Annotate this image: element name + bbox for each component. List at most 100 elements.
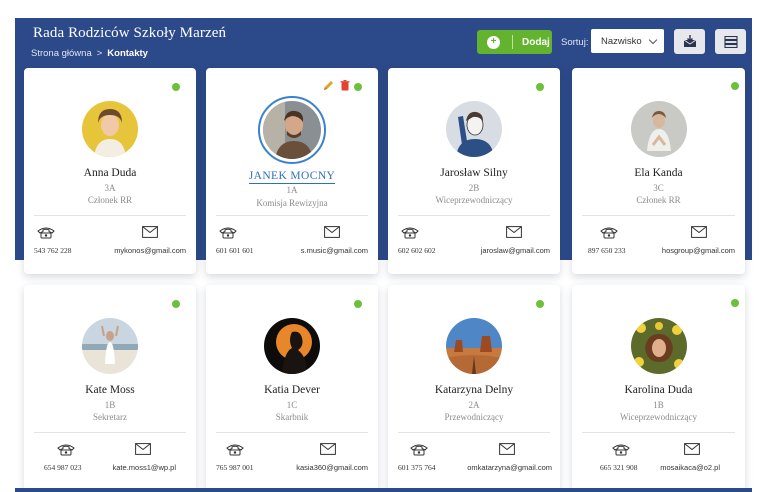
contact-class: 3C — [653, 183, 664, 193]
contact-name[interactable]: Anna Duda — [24, 167, 196, 179]
mail-icon[interactable] — [320, 443, 336, 455]
phone-icon[interactable] — [410, 443, 428, 456]
contact-card-selected[interactable]: Janek Mocny 1A Komisja Rewizyjna 601 601… — [206, 68, 378, 274]
pencil-icon[interactable] — [323, 80, 334, 91]
contact-email[interactable]: mykonos@gmail.com — [114, 246, 186, 255]
contact-email[interactable]: jaroslaw@gmail.com — [481, 246, 550, 255]
list-view-icon — [723, 35, 738, 48]
contact-card[interactable]: Anna Duda 3A Członek RR 543 762 228 myko… — [24, 68, 196, 274]
breadcrumb: Strona główna > Kontakty — [31, 48, 148, 59]
phone-icon[interactable] — [612, 443, 630, 456]
contact-name[interactable]: Katarzyna Delny — [388, 384, 560, 396]
contact-phone[interactable]: 765 987 001 — [216, 463, 254, 472]
contact-phone[interactable]: 897 650 233 — [588, 246, 626, 255]
phone-icon[interactable] — [401, 226, 419, 239]
view-toggle-button[interactable] — [715, 29, 746, 54]
phone-icon[interactable] — [226, 443, 244, 456]
mail-icon[interactable] — [324, 226, 340, 238]
card-actions — [323, 80, 350, 91]
contact-card[interactable]: Jarosław Silny 2B Wiceprzewodniczący 602… — [388, 68, 560, 274]
avatar — [630, 318, 687, 374]
status-online-dot — [354, 83, 362, 91]
add-button[interactable]: + Dodaj — [477, 30, 552, 54]
status-online-dot — [731, 299, 739, 307]
mail-icon[interactable] — [506, 226, 522, 238]
status-online-dot — [172, 300, 180, 308]
phone-icon[interactable] — [219, 226, 237, 239]
contact-name[interactable]: Karolina Duda — [572, 384, 745, 396]
contact-class: 1B — [104, 400, 116, 410]
contact-class: 2B — [468, 183, 480, 193]
phone-icon[interactable] — [57, 443, 75, 456]
contact-email[interactable]: kate.moss1@wp.pl — [113, 463, 176, 472]
sort-select[interactable]: Nazwisko — [591, 29, 664, 53]
breadcrumb-home[interactable]: Strona główna — [31, 48, 92, 59]
contact-email[interactable]: kasia360@gmail.com — [296, 463, 368, 472]
status-online-dot — [172, 83, 180, 91]
contact-card[interactable]: Katarzyna Delny 2A Przewodniczący 601 37… — [388, 285, 560, 491]
avatar — [258, 96, 326, 164]
contact-class: 2A — [468, 400, 480, 410]
contact-name[interactable]: Katia Dever — [206, 384, 378, 396]
status-online-dot — [536, 300, 544, 308]
divider — [216, 432, 368, 433]
contact-name-text[interactable]: Janek Mocny — [248, 170, 336, 184]
avatar — [446, 318, 502, 374]
plus-icon: + — [487, 35, 500, 49]
contact-role: Członek RR — [87, 195, 133, 205]
contact-card[interactable]: Karolina Duda 1B Wiceprzewodniczący 665 … — [572, 285, 745, 491]
contact-role: Wiceprzewodniczący — [435, 195, 513, 205]
divider — [398, 215, 550, 216]
contact-card[interactable]: Kate Moss 1B Sekretarz 654 987 023 kate.… — [24, 285, 196, 491]
mail-icon[interactable] — [691, 226, 707, 238]
contact-role: Członek RR — [636, 195, 681, 205]
contact-class: 1A — [286, 185, 298, 195]
contact-phone[interactable]: 543 762 228 — [34, 246, 72, 255]
contact-name[interactable]: Kate Moss — [24, 384, 196, 396]
export-icon — [683, 35, 696, 47]
mail-icon[interactable] — [684, 443, 700, 455]
contact-email[interactable]: omkatarzyna@gmail.com — [467, 463, 552, 472]
avatar — [264, 318, 320, 374]
contact-phone[interactable]: 602 602 602 — [398, 246, 436, 255]
contact-email[interactable]: s.music@gmail.com — [301, 246, 368, 255]
contact-role: Sekretarz — [93, 412, 127, 422]
status-online-dot — [731, 82, 739, 90]
divider — [34, 432, 186, 433]
add-button-label: Dodaj — [522, 36, 550, 48]
add-button-separator — [512, 35, 513, 49]
phone-icon[interactable] — [600, 226, 618, 239]
trash-icon[interactable] — [340, 80, 350, 91]
sort-select-value: Nazwisko — [601, 35, 642, 47]
contact-phone[interactable]: 601 375 764 — [398, 463, 436, 472]
contact-role: Komisja Rewizyjna — [256, 198, 328, 208]
contact-role: Skarbnik — [275, 412, 309, 422]
avatar — [446, 101, 502, 157]
divider — [34, 215, 186, 216]
chevron-down-icon — [648, 35, 658, 44]
divider — [582, 215, 735, 216]
phone-icon[interactable] — [37, 226, 55, 239]
divider — [582, 432, 735, 433]
contact-name[interactable]: Ela Kanda — [572, 167, 745, 179]
export-button[interactable] — [674, 29, 705, 54]
sort-label: Sortuj: — [561, 37, 589, 48]
mail-icon[interactable] — [135, 443, 151, 455]
mail-icon[interactable] — [499, 443, 515, 455]
contact-phone[interactable]: 665 321 908 — [600, 463, 638, 472]
breadcrumb-separator: > — [96, 48, 103, 59]
mail-icon[interactable] — [142, 226, 158, 238]
contact-email[interactable]: mosaikaca@o2.pl — [660, 463, 720, 472]
contact-phone[interactable]: 601 601 601 — [216, 246, 254, 255]
avatar — [82, 101, 138, 157]
contact-card[interactable]: Ela Kanda 3C Członek RR 897 650 233 hosg… — [572, 68, 745, 274]
status-online-dot — [354, 300, 362, 308]
contact-card[interactable]: Katia Dever 1C Skarbnik 765 987 001 kasi… — [206, 285, 378, 491]
contact-class: 1B — [653, 400, 664, 410]
contact-phone[interactable]: 654 987 023 — [44, 463, 82, 472]
contact-name[interactable]: Jarosław Silny — [388, 167, 560, 179]
contact-name[interactable]: Janek Mocny — [206, 170, 378, 184]
contact-class: 3A — [104, 183, 116, 193]
divider — [216, 215, 368, 216]
contact-email[interactable]: hosgroup@gmail.com — [662, 246, 735, 255]
